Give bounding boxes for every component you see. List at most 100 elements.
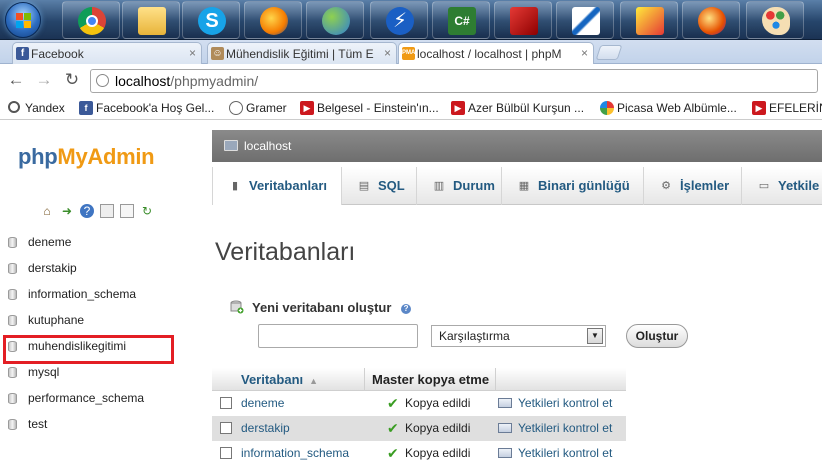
db-link[interactable]: information_schema: [241, 446, 349, 460]
check-privileges-link[interactable]: Yetkileri kontrol et: [498, 396, 612, 410]
sql-icon: ▤: [358, 180, 370, 192]
taskbar-book-button[interactable]: [620, 1, 678, 39]
messenger-icon: [322, 7, 350, 35]
table-row: derstakip ✔ Kopya edildi Yetkileri kontro…: [212, 416, 626, 441]
server-label[interactable]: localhost: [244, 139, 291, 153]
db-item-information-schema[interactable]: information_schema: [8, 285, 136, 305]
db-item-mysql[interactable]: mysql: [8, 363, 59, 383]
row-checkbox[interactable]: [220, 422, 232, 434]
chevron-down-icon: ▼: [587, 328, 603, 344]
bookmark-azer[interactable]: ▶ Azer Bülbül Kurşun ...: [451, 101, 584, 117]
col-database-label: Veritabanı: [241, 372, 304, 387]
db-item-derstakip[interactable]: derstakip: [8, 259, 77, 279]
database-icon: [8, 419, 17, 430]
new-database-icon: [230, 300, 244, 314]
taskbar-messenger-button[interactable]: [306, 1, 364, 39]
youtube-icon: ▶: [300, 101, 314, 115]
row-checkbox[interactable]: [220, 397, 232, 409]
phpmyadmin-logo[interactable]: phpMyAdmin: [18, 144, 155, 170]
tab-privileges[interactable]: ▭ Yetkile: [742, 167, 822, 205]
back-icon[interactable]: ←: [6, 70, 26, 90]
check-privileges-link[interactable]: Yetkileri kontrol et: [498, 446, 612, 460]
db-link[interactable]: derstakip: [241, 421, 290, 435]
taskbar-acrobat-button[interactable]: [494, 1, 552, 39]
bookmark-belgesel[interactable]: ▶ Belgesel - Einstein'ın...: [300, 101, 439, 117]
bookmark-yandex[interactable]: Yandex: [8, 101, 65, 117]
close-icon[interactable]: ×: [581, 46, 588, 60]
user-icon: ☺: [211, 47, 224, 60]
new-tab-button[interactable]: [595, 45, 623, 60]
skype-icon: S: [198, 7, 226, 35]
db-item-performance-schema[interactable]: performance_schema: [8, 389, 144, 409]
db-item-deneme[interactable]: deneme: [8, 233, 71, 253]
bookmark-picasa[interactable]: Picasa Web Albümle...: [600, 101, 737, 117]
database-icon: [8, 237, 17, 248]
bookmark-label: Facebook'a Hoş Gel...: [96, 101, 215, 115]
db-item-kutuphane[interactable]: kutuphane: [8, 311, 84, 331]
taskbar-firefox-button[interactable]: [244, 1, 302, 39]
database-icon: [8, 315, 17, 326]
tab-label: Binari günlüğü: [538, 178, 630, 193]
tab-sql[interactable]: ▤ SQL: [342, 167, 417, 205]
db-name: mysql: [28, 365, 60, 379]
taskbar-chrome-button[interactable]: [62, 1, 120, 39]
close-icon[interactable]: ×: [189, 46, 196, 60]
phpmyadmin-icon: PMA: [402, 47, 415, 60]
check-icon: ✔: [387, 445, 399, 461]
pma-main: localhost ▮ Veritabanları ▤ SQL ▥ Durum …: [200, 121, 822, 467]
home-icon[interactable]: ⌂: [40, 204, 54, 218]
check-icon: ✔: [387, 420, 399, 436]
forward-icon[interactable]: →: [34, 70, 54, 90]
logo-part-myadmin: MyAdmin: [57, 144, 155, 169]
bookmark-facebook[interactable]: f Facebook'a Hoş Gel...: [79, 101, 214, 117]
reload-icon[interactable]: ↻: [140, 204, 154, 218]
collation-select[interactable]: Karşılaştırma ▼: [431, 325, 606, 347]
help-icon[interactable]: ?: [401, 303, 412, 314]
acrobat-icon: [510, 7, 538, 35]
create-db-label: Yeni veritabanı oluştur ?: [230, 300, 412, 315]
tab-databases[interactable]: ▮ Veritabanları: [212, 167, 342, 205]
reload-icon[interactable]: ↻: [62, 70, 82, 90]
bookmark-efelerin[interactable]: ▶ EFELERİN: [752, 101, 822, 117]
col-database-header[interactable]: Veritabanı ▲: [241, 372, 318, 387]
create-database-button[interactable]: Oluştur: [626, 324, 688, 348]
taskbar-csharp-button[interactable]: C#: [432, 1, 490, 39]
tab-binlog[interactable]: ▦ Binari günlüğü: [502, 167, 644, 205]
start-button[interactable]: [5, 2, 41, 38]
pma-tabs: ▮ Veritabanları ▤ SQL ▥ Durum ▦ Binari g…: [212, 167, 822, 205]
browser-tab-muhendislik[interactable]: ☺ Mühendislik Eğitimi | Tüm E ×: [207, 42, 397, 64]
new-db-name-input[interactable]: [258, 324, 418, 348]
db-item-test[interactable]: test: [8, 415, 47, 435]
tab-label: İşlemler: [680, 178, 730, 193]
address-bar[interactable]: localhost/phpmyadmin/: [90, 69, 818, 93]
taskbar-explorer-button[interactable]: [122, 1, 180, 39]
bookmark-gramer[interactable]: Gramer: [229, 101, 287, 117]
copy-icon[interactable]: [120, 204, 134, 218]
row-checkbox[interactable]: [220, 447, 232, 459]
logout-icon[interactable]: ➜: [60, 204, 74, 218]
page-title: Veritabanları: [215, 238, 356, 266]
docs-icon[interactable]: [100, 204, 114, 218]
browser-tab-phpmyadmin[interactable]: PMA localhost / localhost | phpM ×: [398, 42, 594, 65]
tab-processes[interactable]: ⚙ İşlemler: [644, 167, 742, 205]
close-icon[interactable]: ×: [384, 46, 391, 60]
taskbar-globe-button[interactable]: [682, 1, 740, 39]
windows-flag-icon: [16, 13, 32, 29]
replication-text: Kopya edildi: [405, 446, 471, 460]
taskbar-skype-button[interactable]: S: [182, 1, 240, 39]
taskbar-paint-button[interactable]: [746, 1, 804, 39]
book-icon: [636, 7, 664, 35]
taskbar-pen-button[interactable]: [556, 1, 614, 39]
privileges-icon: [498, 398, 512, 408]
taskbar-app-button[interactable]: ⚡: [370, 1, 428, 39]
replication-status: ✔ Kopya edildi: [387, 445, 471, 461]
check-privileges-link[interactable]: Yetkileri kontrol et: [498, 421, 612, 435]
browser-tab-label: localhost / localhost | phpM: [417, 47, 562, 61]
help-icon[interactable]: ?: [80, 204, 94, 218]
pen-icon: [572, 7, 600, 35]
browser-toolbar: ← → ↻ localhost/phpmyadmin/: [0, 64, 822, 96]
db-name: derstakip: [28, 261, 77, 275]
tab-status[interactable]: ▥ Durum: [417, 167, 502, 205]
browser-tab-facebook[interactable]: f Facebook ×: [12, 42, 202, 64]
db-link[interactable]: deneme: [241, 396, 284, 410]
